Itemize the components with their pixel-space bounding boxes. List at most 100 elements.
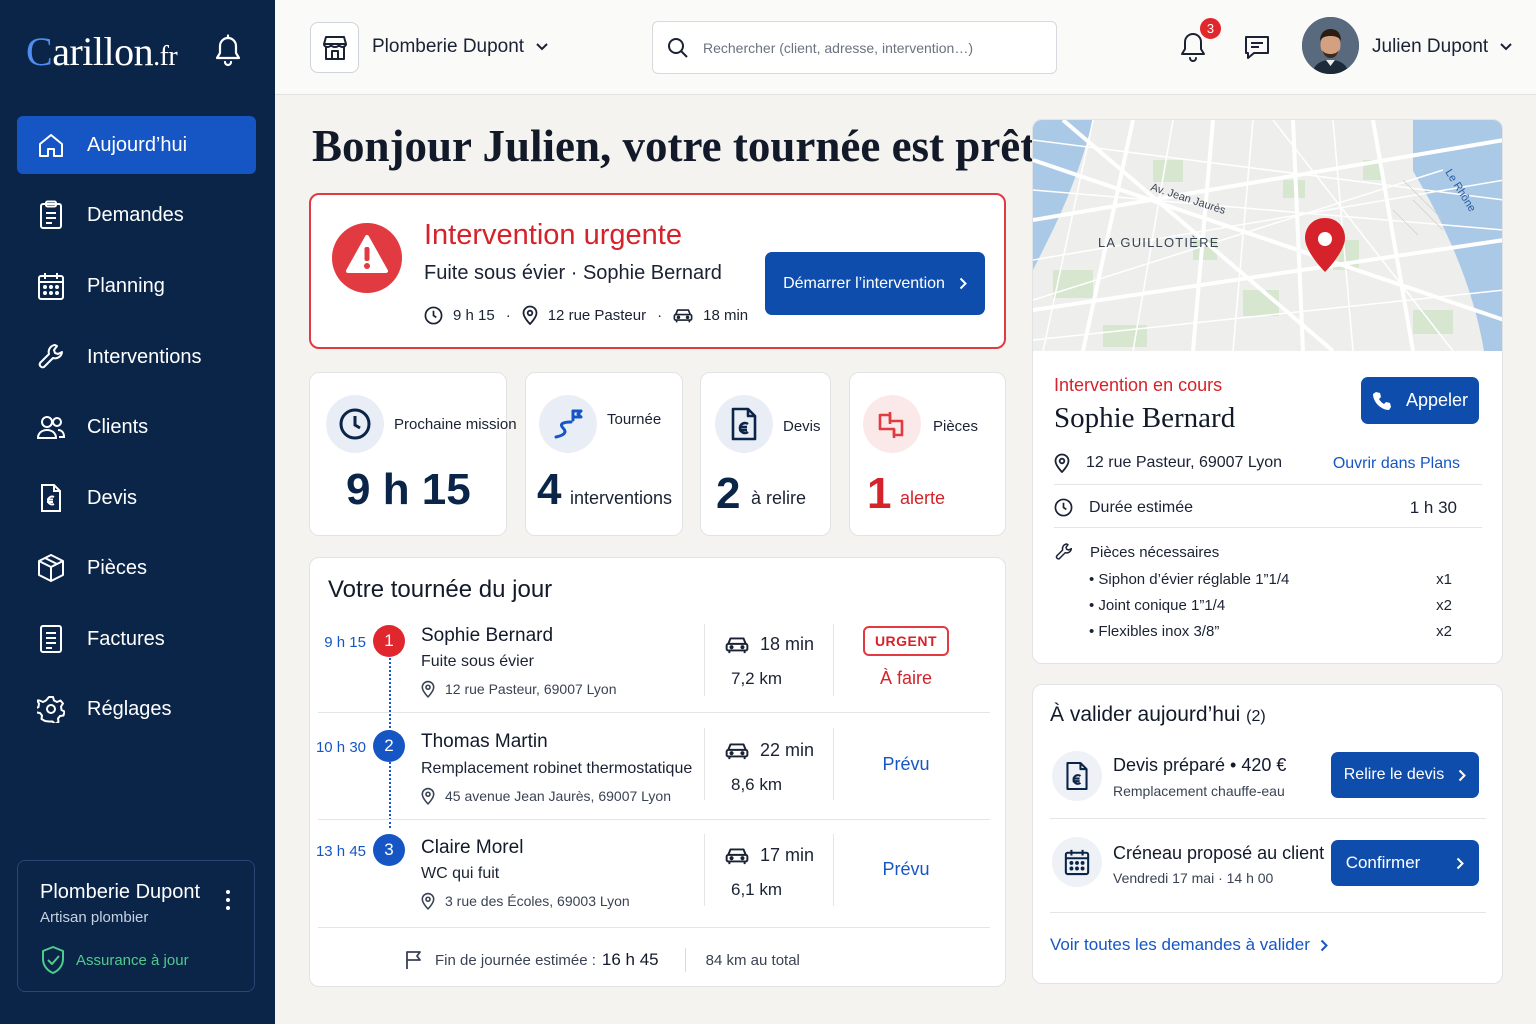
- stat-quotes[interactable]: Devis 2 à relire: [700, 372, 831, 536]
- stop-client-name[interactable]: Thomas Martin: [421, 731, 548, 753]
- validate-item-title: Devis préparé • 420 €: [1113, 755, 1287, 775]
- shop-button[interactable]: [310, 22, 359, 73]
- user-menu[interactable]: Julien Dupont: [1372, 36, 1512, 58]
- row-divider: [1054, 527, 1482, 528]
- urgent-intervention-card: Intervention urgente Fuite sous évier · …: [309, 193, 1006, 349]
- end-of-day-time: 16 h 45: [601, 950, 659, 969]
- company-card: Plomberie Dupont Artisan plombier Assura…: [17, 860, 255, 992]
- logo-text: arillon: [52, 29, 154, 74]
- chevron-down-icon: [1500, 43, 1512, 51]
- chat-icon[interactable]: [1242, 32, 1272, 62]
- clock-icon: [424, 306, 443, 325]
- stat-label: Tournée: [607, 411, 662, 428]
- stop-address: 12 rue Pasteur, 69007 Lyon: [421, 680, 617, 698]
- chevron-right-icon: [1456, 857, 1465, 870]
- separator-dot: ·: [657, 306, 663, 324]
- pipe-icon: [863, 395, 921, 453]
- location-pin-icon: [421, 787, 435, 805]
- calendar-icon: [1052, 837, 1102, 887]
- stat-tour[interactable]: Tournée 4 interventions: [525, 372, 683, 536]
- sidebar-item-clients[interactable]: Clients: [17, 398, 256, 456]
- euro-document-icon: [715, 395, 773, 453]
- phone-icon: [1372, 391, 1392, 411]
- logo-suffix: .fr: [153, 41, 178, 72]
- view-all-requests-link[interactable]: Voir toutes les demandes à valider: [1050, 935, 1328, 955]
- urgent-subtitle: Fuite sous évier · Sophie Bernard: [424, 262, 722, 284]
- car-icon: [725, 846, 749, 866]
- search-bar[interactable]: [652, 21, 1057, 74]
- storefront-icon: [321, 34, 349, 62]
- column-divider: [704, 624, 705, 696]
- stat-value: 9 h 15: [346, 465, 471, 514]
- stat-parts[interactable]: Pièces 1 alerte: [849, 372, 1006, 536]
- sidebar-item-invoices[interactable]: Factures: [17, 610, 256, 668]
- stop-client-name[interactable]: Claire Morel: [421, 837, 523, 859]
- duration-label: Durée estimée: [1089, 498, 1194, 516]
- app-logo[interactable]: Carillon.fr: [26, 28, 178, 75]
- part-qty: x2: [1436, 597, 1452, 614]
- tour-title: Votre tournée du jour: [328, 576, 553, 603]
- sidebar-item-label: Clients: [87, 415, 149, 438]
- validate-item-subtitle: Vendredi 17 mai · 14 h 00: [1113, 870, 1274, 886]
- end-of-day-label: Fin de journée estimée :: [435, 951, 596, 969]
- view-all-label: Voir toutes les demandes à valider: [1050, 935, 1310, 954]
- confirm-slot-button[interactable]: Confirmer: [1331, 840, 1479, 886]
- sidebar-item-planning[interactable]: Planning: [17, 257, 256, 315]
- sidebar-item-today[interactable]: Aujourd’hui: [17, 116, 256, 174]
- row-divider: [318, 927, 990, 928]
- stat-label: Pièces: [933, 418, 979, 435]
- stop-address-text: 12 rue Pasteur, 69007 Lyon: [445, 681, 617, 697]
- sidebar-item-interventions[interactable]: Interventions: [17, 328, 256, 386]
- current-client-name: Sophie Bernard: [1054, 402, 1236, 434]
- insurance-label: Assurance à jour: [76, 951, 189, 969]
- location-pin-icon: [421, 892, 435, 910]
- stop-time: 10 h 30: [315, 739, 366, 756]
- urgent-meta: 9 h 15 · 12 rue Pasteur · 18 min: [424, 305, 748, 325]
- sidebar-item-label: Pièces: [87, 556, 148, 579]
- shop-name-label: Plomberie Dupont: [372, 36, 525, 57]
- shop-selector[interactable]: Plomberie Dupont: [372, 36, 548, 58]
- chevron-down-icon: [536, 43, 548, 51]
- more-vertical-icon[interactable]: [218, 887, 238, 913]
- calendar-icon: [37, 271, 65, 301]
- stat-label: Devis: [783, 418, 821, 435]
- chevron-right-icon: [1320, 939, 1328, 952]
- part-item: • Flexibles inox 3/8”: [1089, 623, 1220, 640]
- sidebar-item-label: Réglages: [87, 697, 172, 720]
- parts-row: Pièces nécessaires: [1054, 542, 1219, 562]
- stat-next-mission[interactable]: Prochaine mission 9 h 15: [309, 372, 517, 536]
- part-item: • Siphon d’évier réglable 1”1/4: [1089, 571, 1290, 588]
- open-maps-link[interactable]: Ouvrir dans Plans: [1333, 455, 1460, 473]
- stop-client-name[interactable]: Sophie Bernard: [421, 625, 553, 647]
- stop-address: 45 avenue Jean Jaurès, 69007 Lyon: [421, 787, 671, 805]
- home-icon: [37, 130, 65, 160]
- sidebar-item-settings[interactable]: Réglages: [17, 680, 256, 738]
- sidebar-item-label: Aujourd’hui: [87, 133, 188, 156]
- start-intervention-button[interactable]: Démarrer l’intervention: [765, 252, 985, 315]
- stop-description: WC qui fuit: [421, 865, 500, 882]
- parts-label: Pièces nécessaires: [1090, 543, 1220, 561]
- user-avatar[interactable]: [1302, 17, 1359, 74]
- euro-document-icon: [1052, 751, 1102, 801]
- call-button[interactable]: Appeler: [1361, 377, 1479, 424]
- review-quote-button[interactable]: Relire le devis: [1331, 752, 1479, 798]
- stat-value: 2: [716, 469, 741, 518]
- sidebar-item-label: Factures: [87, 627, 165, 650]
- invoice-icon: [37, 624, 65, 654]
- location-pin-icon: [522, 305, 538, 325]
- sidebar-item-quotes[interactable]: Devis: [17, 469, 256, 527]
- separator-dot: ·: [505, 306, 511, 324]
- chevron-right-icon: [1458, 769, 1467, 782]
- search-icon: [667, 37, 689, 59]
- sidebar-item-requests[interactable]: Demandes: [17, 186, 256, 244]
- sidebar-item-parts[interactable]: Pièces: [17, 539, 256, 597]
- map-view[interactable]: Av. Jean Jaurès LA GUILLOTIÈRE Le Rhône: [1033, 120, 1502, 351]
- wrench-icon: [37, 342, 65, 372]
- search-input[interactable]: [703, 39, 1033, 56]
- duration-value: 1 h 30: [1409, 498, 1457, 517]
- stat-value: 4: [537, 465, 562, 514]
- top-bar: Plomberie Dupont 3 Julien Dupont: [275, 0, 1536, 95]
- sidebar-bell-icon[interactable]: [214, 34, 242, 68]
- tour-footer: Fin de journée estimée : 16 h 45 84 km a…: [405, 948, 800, 972]
- row-divider: [318, 819, 990, 820]
